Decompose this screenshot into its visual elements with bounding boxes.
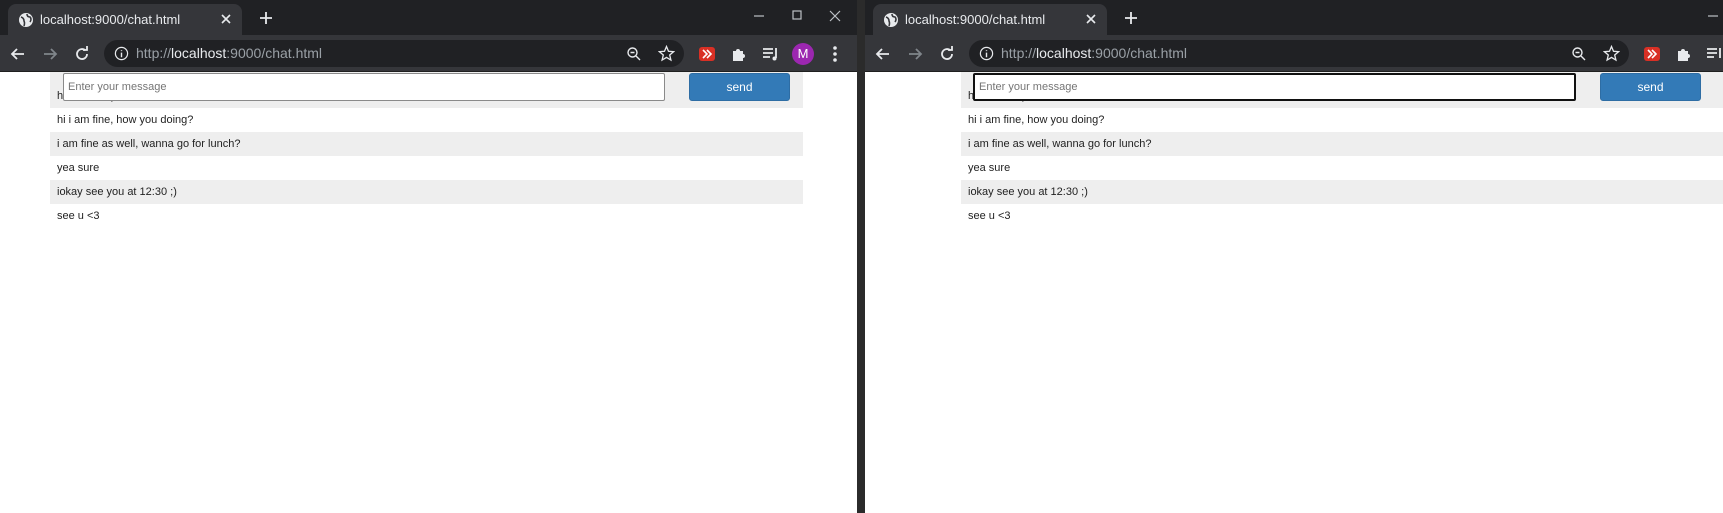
- chat-panel: hi how are you? hi i am fine, how you do…: [961, 72, 1723, 232]
- minimize-icon[interactable]: [1703, 6, 1723, 26]
- tab-title: localhost:9000/chat.html: [40, 12, 181, 27]
- message-item: see u <3: [57, 210, 100, 222]
- forward-icon[interactable]: [905, 44, 925, 64]
- message-item: yea sure: [57, 162, 100, 174]
- url-host: localhost: [171, 45, 227, 61]
- profile-avatar[interactable]: M: [792, 43, 814, 65]
- url-path: :9000/chat.html: [1091, 45, 1188, 61]
- window-divider: [857, 0, 865, 513]
- globe-icon: [19, 13, 33, 27]
- message-item: yea sure: [968, 162, 1011, 174]
- browser-toolbar: http://localhost:9000/chat.html: [865, 35, 1723, 72]
- message-item: see u <3: [968, 210, 1011, 222]
- zoom-icon[interactable]: [1571, 46, 1587, 62]
- message-item: hi i am fine, how you doing?: [968, 114, 1105, 126]
- globe-icon: [884, 13, 898, 27]
- message-item: i am fine as well, wanna go for lunch?: [961, 132, 1723, 156]
- maximize-icon[interactable]: [787, 6, 807, 26]
- message-item: hi i am fine, how you doing?: [57, 114, 194, 126]
- address-bar[interactable]: http://localhost:9000/chat.html: [104, 40, 684, 67]
- message-input[interactable]: Enter your message: [63, 73, 665, 101]
- send-button[interactable]: send: [1600, 73, 1701, 101]
- site-info-icon[interactable]: [979, 46, 994, 61]
- tab-strip: localhost:9000/chat.html: [865, 0, 1723, 35]
- back-icon[interactable]: [8, 44, 28, 64]
- url-text: http://localhost:9000/chat.html: [1001, 46, 1187, 61]
- forward-icon[interactable]: [40, 44, 60, 64]
- page-content: hi how are you? hi i am fine, how you do…: [865, 72, 1723, 513]
- extensions-puzzle-icon[interactable]: [729, 44, 749, 64]
- send-button[interactable]: send: [689, 73, 790, 101]
- page-content: hi how are you? hi i am fine, how you do…: [0, 72, 857, 513]
- new-tab-icon[interactable]: [1121, 8, 1141, 28]
- tab-title: localhost:9000/chat.html: [905, 12, 1046, 27]
- close-window-icon[interactable]: [825, 6, 845, 26]
- back-icon[interactable]: [873, 44, 893, 64]
- browser-toolbar: http://localhost:9000/chat.html M: [0, 35, 857, 72]
- browser-window-right: localhost:9000/chat.html http://localhos…: [865, 0, 1723, 513]
- message-item: iokay see you at 12:30 ;): [961, 180, 1723, 204]
- new-tab-icon[interactable]: [256, 8, 276, 28]
- minimize-icon[interactable]: [749, 6, 769, 26]
- url-scheme: http://: [1001, 45, 1037, 61]
- message-input[interactable]: Enter your message: [973, 73, 1576, 101]
- message-list: hi how are you? hi i am fine, how you do…: [961, 84, 1723, 228]
- extension-red-icon[interactable]: [697, 44, 717, 64]
- reload-icon[interactable]: [72, 44, 92, 64]
- url-scheme: http://: [136, 45, 172, 61]
- browser-tab[interactable]: localhost:9000/chat.html: [873, 4, 1107, 35]
- url-path: :9000/chat.html: [226, 45, 323, 61]
- menu-kebab-icon[interactable]: [825, 44, 845, 64]
- bookmark-star-icon[interactable]: [1603, 45, 1620, 62]
- message-item: i am fine as well, wanna go for lunch?: [50, 132, 803, 156]
- url-text: http://localhost:9000/chat.html: [136, 46, 322, 61]
- browser-tab[interactable]: localhost:9000/chat.html: [8, 4, 242, 35]
- chat-panel: hi how are you? hi i am fine, how you do…: [50, 72, 803, 232]
- extensions-puzzle-icon[interactable]: [1674, 44, 1694, 64]
- message-item: iokay see you at 12:30 ;): [50, 180, 803, 204]
- site-info-icon[interactable]: [114, 46, 129, 61]
- tab-strip: localhost:9000/chat.html: [0, 0, 857, 35]
- extension-red-icon[interactable]: [1642, 44, 1662, 64]
- close-tab-icon[interactable]: [218, 11, 234, 27]
- media-queue-icon[interactable]: [1705, 44, 1723, 64]
- media-queue-icon[interactable]: [761, 44, 781, 64]
- reload-icon[interactable]: [937, 44, 957, 64]
- bookmark-star-icon[interactable]: [658, 45, 675, 62]
- address-bar[interactable]: http://localhost:9000/chat.html: [969, 40, 1629, 67]
- browser-window-left: localhost:9000/chat.html http://localhos…: [0, 0, 857, 513]
- zoom-icon[interactable]: [626, 46, 642, 62]
- desktop: localhost:9000/chat.html http://localhos…: [0, 0, 1723, 513]
- close-tab-icon[interactable]: [1083, 11, 1099, 27]
- message-list: hi how are you? hi i am fine, how you do…: [50, 84, 803, 228]
- url-host: localhost: [1036, 45, 1092, 61]
